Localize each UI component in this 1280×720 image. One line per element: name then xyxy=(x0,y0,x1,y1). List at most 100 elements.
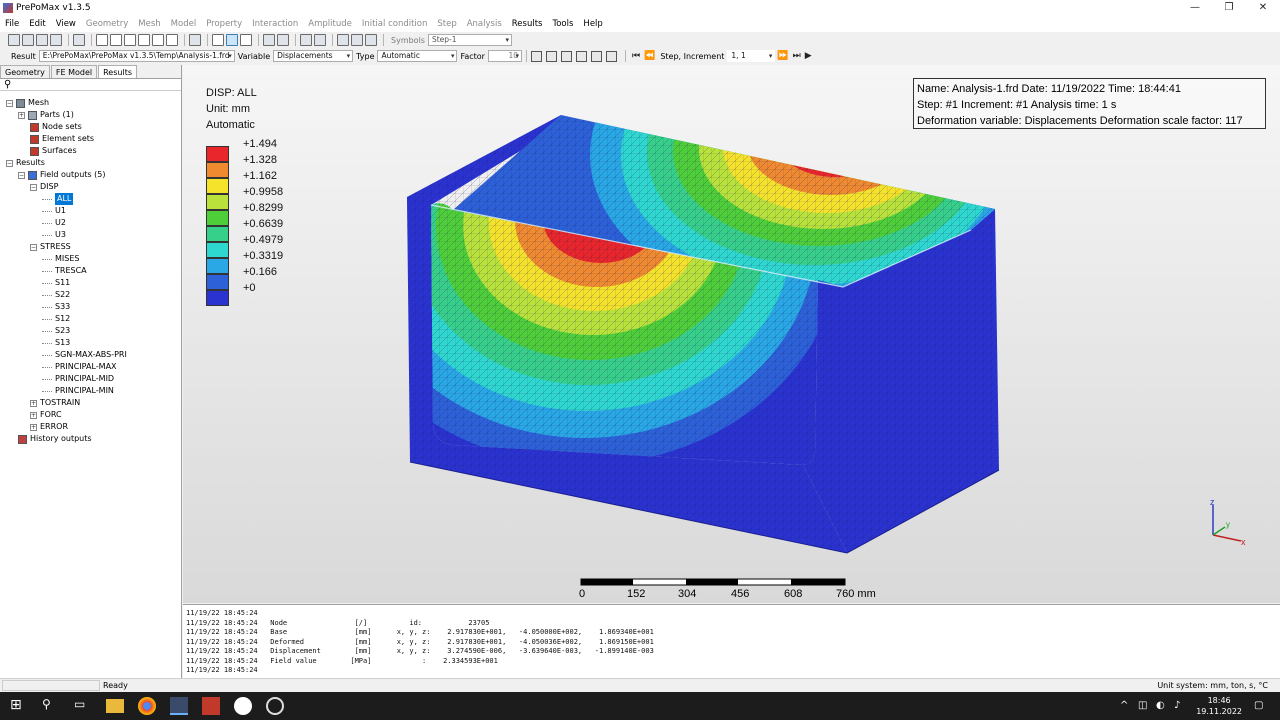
collapse-icon[interactable]: − xyxy=(30,243,37,251)
search-icon[interactable]: ⚲ xyxy=(42,697,60,715)
tab-fe-model[interactable]: FE Model xyxy=(50,65,98,78)
menu-view[interactable]: View xyxy=(51,19,81,29)
deformed-icon[interactable] xyxy=(545,50,557,62)
view-bottom-icon[interactable] xyxy=(138,34,150,46)
shaded-icon[interactable] xyxy=(240,34,252,46)
expand-icon[interactable]: + xyxy=(18,111,25,119)
previous-increment-icon[interactable]: ⏪ xyxy=(644,51,655,61)
menu-tools[interactable]: Tools xyxy=(547,19,578,29)
view-front-icon[interactable] xyxy=(96,34,108,46)
restore-icon[interactable]: ❐ xyxy=(1212,0,1246,16)
menu-property[interactable]: Property xyxy=(201,19,247,29)
tray-chevron-icon[interactable]: ^ xyxy=(1120,700,1128,711)
notification-icon[interactable]: ▢ xyxy=(1254,700,1263,711)
expand-icon[interactable]: + xyxy=(30,411,37,419)
minimize-icon[interactable]: — xyxy=(1178,0,1212,16)
hide-icon[interactable] xyxy=(351,34,363,46)
wireframe-icon[interactable] xyxy=(212,34,224,46)
prepomax-taskbar-icon[interactable] xyxy=(170,697,188,715)
first-increment-icon[interactable]: ⏮ xyxy=(632,51,640,61)
explode-icon[interactable] xyxy=(277,34,289,46)
menu-geometry[interactable]: Geometry xyxy=(81,19,133,29)
tree-stress-principal-mid[interactable]: PRINCIPAL-MID xyxy=(42,373,114,385)
view-top-icon[interactable] xyxy=(124,34,136,46)
show-only-icon[interactable] xyxy=(365,34,377,46)
isometric-icon[interactable] xyxy=(189,34,201,46)
query-icon[interactable] xyxy=(300,34,312,46)
tree-forc[interactable]: + FORC xyxy=(30,409,62,421)
menu-interaction[interactable]: Interaction xyxy=(247,19,303,29)
collapse-icon[interactable]: − xyxy=(6,99,13,107)
symbols-select[interactable]: Step-1 xyxy=(427,34,512,46)
next-increment-icon[interactable]: ⏩ xyxy=(777,51,788,61)
collapse-icon[interactable]: − xyxy=(30,183,37,191)
menu-analysis[interactable]: Analysis xyxy=(462,19,507,29)
step-increment-select[interactable]: 1, 1 xyxy=(727,50,776,62)
collapse-icon[interactable]: − xyxy=(18,171,25,179)
menu-initial-condition[interactable]: Initial condition xyxy=(357,19,433,29)
expand-icon[interactable]: + xyxy=(30,423,37,431)
tab-geometry[interactable]: Geometry xyxy=(0,65,50,78)
view-right-icon[interactable] xyxy=(166,34,178,46)
tree-error[interactable]: + ERROR xyxy=(30,421,68,433)
color-contours-icon[interactable] xyxy=(575,50,587,62)
transform-icon[interactable] xyxy=(605,50,617,62)
tree-element-sets[interactable]: Element sets xyxy=(30,133,94,145)
tree-stress-principal-min[interactable]: PRINCIPAL-MIN xyxy=(42,385,114,397)
tree-disp-all[interactable]: ALL xyxy=(42,193,74,205)
view-back-icon[interactable] xyxy=(110,34,122,46)
tree-stress-sgn-max-abs-pri[interactable]: SGN-MAX-ABS-PRI xyxy=(42,349,127,361)
app-s-icon[interactable] xyxy=(234,697,252,715)
tree-stress-s13[interactable]: S13 xyxy=(42,337,70,349)
open-icon[interactable] xyxy=(22,34,34,46)
speaker-icon[interactable]: ♪ xyxy=(1174,700,1180,711)
tree-disp[interactable]: − DISP xyxy=(30,181,58,193)
tree-history-outputs[interactable]: History outputs xyxy=(18,433,92,445)
view-left-icon[interactable] xyxy=(152,34,164,46)
show-icon[interactable] xyxy=(337,34,349,46)
tree-node-sets[interactable]: Node sets xyxy=(30,121,82,133)
tab-results[interactable]: Results xyxy=(98,65,137,78)
volume-icon[interactable]: ◐ xyxy=(1156,700,1165,711)
undeformed-icon[interactable] xyxy=(530,50,542,62)
menu-mesh[interactable]: Mesh xyxy=(133,19,165,29)
menu-step[interactable]: Step xyxy=(432,19,461,29)
menu-amplitude[interactable]: Amplitude xyxy=(303,19,357,29)
shaded-edges-icon[interactable] xyxy=(226,34,238,46)
tree-stress-tresca[interactable]: TRESCA xyxy=(42,265,87,277)
tree-disp-u3[interactable]: U3 xyxy=(42,229,66,241)
tree-stress-s23[interactable]: S23 xyxy=(42,325,70,337)
tree-surfaces[interactable]: Surfaces xyxy=(30,145,77,157)
menu-edit[interactable]: Edit xyxy=(24,19,50,29)
tree-stress-s22[interactable]: S22 xyxy=(42,289,70,301)
tree-stress[interactable]: − STRESS xyxy=(30,241,71,253)
color-icon[interactable] xyxy=(314,34,326,46)
tree-search-input[interactable]: ⚲ xyxy=(0,79,181,91)
fo-app-icon[interactable] xyxy=(202,697,220,715)
tree-results[interactable]: − Results xyxy=(6,157,45,169)
network-icon[interactable]: ◫ xyxy=(1138,700,1147,711)
expand-icon[interactable]: + xyxy=(30,399,37,407)
type-select[interactable]: Automatic xyxy=(377,50,458,62)
play-icon[interactable]: ▶ xyxy=(805,51,812,61)
tree-stress-principal-max[interactable]: PRINCIPAL-MAX xyxy=(42,361,117,373)
chrome-icon[interactable] xyxy=(138,697,156,715)
result-file-select[interactable]: E:\PrePoMax\PrePoMax v1.3.5\Temp\Analysi… xyxy=(38,50,235,62)
new-icon[interactable] xyxy=(8,34,20,46)
zoom-icon[interactable] xyxy=(73,34,85,46)
last-increment-icon[interactable]: ⏭ xyxy=(793,51,801,61)
tree-disp-u2[interactable]: U2 xyxy=(42,217,66,229)
tree-field-outputs[interactable]: − Field outputs (5) xyxy=(18,169,105,181)
tree-stress-s12[interactable]: S12 xyxy=(42,313,70,325)
import-icon[interactable] xyxy=(36,34,48,46)
menu-results[interactable]: Results xyxy=(507,19,548,29)
windows-start-icon[interactable]: ⊞ xyxy=(10,697,28,715)
close-icon[interactable]: ✕ xyxy=(1246,0,1280,16)
menu-model[interactable]: Model xyxy=(166,19,202,29)
save-icon[interactable] xyxy=(50,34,62,46)
tree-stress-s33[interactable]: S33 xyxy=(42,301,70,313)
file-explorer-icon[interactable] xyxy=(106,699,124,713)
tree-mesh[interactable]: − Mesh xyxy=(6,97,49,109)
task-view-icon[interactable]: ▭ xyxy=(74,697,92,715)
collapse-icon[interactable]: − xyxy=(6,159,13,167)
